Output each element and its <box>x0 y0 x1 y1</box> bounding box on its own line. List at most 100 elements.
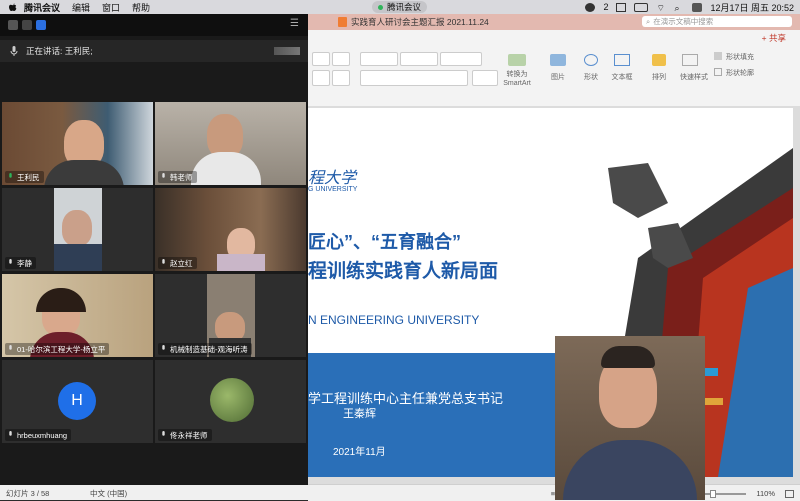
menu-edit[interactable]: 编辑 <box>72 1 90 14</box>
quick-styles-label[interactable]: 快速样式 <box>676 72 712 82</box>
avatar <box>210 378 254 422</box>
search-icon[interactable]: ⌕ <box>674 3 684 13</box>
microphone-muted-icon <box>162 173 165 178</box>
microphone-muted-icon <box>9 259 12 264</box>
convert-smartart-label[interactable]: 转换为 SmartArt <box>500 70 534 88</box>
microphone-muted-icon <box>162 259 165 264</box>
slide-date: 2021年11月 <box>333 447 386 458</box>
share-button[interactable]: + 共享 <box>762 32 786 44</box>
ribbon-toolbar: + 共享 转换为 SmartArt 图片 形状 文本框 排列 快速样式 形状填充… <box>308 30 800 107</box>
picture-icon[interactable] <box>550 54 566 66</box>
video-tile[interactable]: 赵立红 <box>155 188 306 271</box>
menu-center-label: 腾讯会议 <box>387 2 422 12</box>
menu-center-badge[interactable]: 腾讯会议 <box>372 1 428 13</box>
presenter-name: 王秦辉 <box>343 408 376 420</box>
zoom-slider-thumb[interactable] <box>710 489 717 498</box>
university-logo-subtitle: G UNIVERSITY <box>308 186 358 193</box>
microphone-muted-icon <box>162 345 165 350</box>
microphone-muted-icon <box>9 345 12 350</box>
video-tile[interactable]: 机械制造基础-观海听涛 <box>155 274 306 357</box>
calendar-icon[interactable] <box>616 2 627 12</box>
shape-outline-label[interactable]: 形状轮廓 <box>726 68 766 78</box>
picture-label[interactable]: 图片 <box>548 72 568 82</box>
meeting-panel: ☰ 正在讲话: 王利民; 王利民 韩老师 李静 赵立红 01-哈尔滨工程大学-杨… <box>0 14 308 500</box>
menu-icon[interactable] <box>36 20 46 30</box>
recording-dot-icon <box>378 4 383 10</box>
shape-fill-icon[interactable] <box>714 52 722 60</box>
arrange-icon[interactable] <box>652 54 666 66</box>
meeting-toolbar: ☰ <box>0 14 308 36</box>
participant-name: 李静 <box>17 258 32 268</box>
indent-buttons[interactable] <box>440 52 482 66</box>
smartart-icon[interactable] <box>508 54 526 66</box>
slide-title-line2: 程训练实践育人新局面 <box>308 261 499 282</box>
microphone-muted-icon <box>9 431 12 436</box>
slide[interactable]: 程大学 G UNIVERSITY 匠心”、“五育融合” 程训练实践育人新局面 N… <box>308 108 793 477</box>
presenter-hair <box>601 346 655 368</box>
participant-video <box>62 210 92 246</box>
text-direction-button[interactable] <box>472 70 498 86</box>
slide-status-left: 幻灯片 3 / 58 中文 (中国) <box>0 485 308 500</box>
video-tile[interactable]: H hrbeuxmhuang <box>2 360 153 443</box>
participant-name: 赵立红 <box>170 258 193 268</box>
avatar: H <box>58 382 96 420</box>
zoom-level[interactable]: 110% <box>756 489 775 498</box>
shape-outline-icon[interactable] <box>714 68 722 76</box>
slide-title-line1: 匠心”、“五育融合” <box>308 232 461 252</box>
participant-shirt <box>217 254 265 271</box>
quick-styles-icon[interactable] <box>682 54 698 66</box>
minimize-icon[interactable] <box>8 20 18 30</box>
control-center-icon[interactable] <box>692 2 703 12</box>
university-logo-text: 程大学 <box>308 168 357 187</box>
shape-fill-label[interactable]: 形状填充 <box>726 52 766 62</box>
video-tile[interactable]: 李静 <box>2 188 153 271</box>
align-buttons[interactable] <box>360 70 468 86</box>
speaking-label: 正在讲话: 王利民; <box>26 46 93 56</box>
menu-window[interactable]: 窗口 <box>102 1 120 14</box>
fit-window-icon[interactable] <box>785 489 794 498</box>
wifi-icon[interactable]: ⌔ <box>656 3 666 13</box>
presenter-video-overlay[interactable] <box>555 336 705 500</box>
participant-name: 韩老师 <box>170 172 193 182</box>
text-color-button[interactable] <box>312 70 330 86</box>
video-tile[interactable]: 王利民 <box>2 102 153 185</box>
microphone-muted-icon <box>162 431 165 436</box>
slide-university-english: N ENGINEERING UNIVERSITY <box>308 313 480 327</box>
document-title: 实践育人研讨会主题汇报 2021.11.24 <box>351 17 489 27</box>
video-tile[interactable]: 佟永祥老师 <box>155 360 306 443</box>
collapse-icon[interactable] <box>22 20 32 30</box>
settings-icon[interactable]: ☰ <box>290 19 300 29</box>
apple-icon[interactable] <box>8 2 18 12</box>
arrange-label[interactable]: 排列 <box>648 72 670 82</box>
bullets-button[interactable] <box>360 52 398 66</box>
shape-icon[interactable] <box>584 54 598 66</box>
participant-shirt <box>54 244 102 271</box>
presentation-window: 实践育人研讨会主题汇报 2021.11.24 ⌕ 在演示文稿中搜索 + 共享 转… <box>308 14 800 501</box>
datetime[interactable]: 12月17日 周五 20:52 <box>710 1 794 14</box>
participant-name: 王利民 <box>17 172 40 182</box>
menu-help[interactable]: 帮助 <box>132 1 150 14</box>
presenter-position: 学工程训练中心主任兼党总支书记 <box>308 391 504 406</box>
numbering-button[interactable] <box>400 52 438 66</box>
language-indicator[interactable]: 中文 (中国) <box>90 488 127 499</box>
clear-format-button[interactable] <box>332 70 350 86</box>
menu-bar: 腾讯会议 编辑 窗口 帮助 腾讯会议 2 ⌔ ⌕ 12月17日 周五 20:52 <box>0 0 800 14</box>
wechat-icon[interactable] <box>585 2 596 12</box>
video-tile[interactable]: 01-哈尔滨工程大学-杨立平 <box>2 274 153 357</box>
shape-label[interactable]: 形状 <box>580 72 602 82</box>
participant-name: hrbeuxmhuang <box>17 430 68 440</box>
font-size-up-button[interactable] <box>312 52 330 66</box>
participant-name: 01-哈尔滨工程大学-杨立平 <box>17 344 106 354</box>
textbox-icon[interactable] <box>614 54 630 66</box>
textbox-label[interactable]: 文本框 <box>608 72 636 82</box>
video-tile[interactable]: 韩老师 <box>155 102 306 185</box>
font-size-down-button[interactable] <box>332 52 350 66</box>
slide-counter: 幻灯片 3 / 58 <box>6 489 50 498</box>
microphone-icon <box>10 46 18 56</box>
menu-app-name[interactable]: 腾讯会议 <box>24 1 60 14</box>
battery-icon[interactable] <box>634 2 649 12</box>
status-bar: ≡ 备注 ▭ 批注 110% <box>308 484 800 501</box>
speaking-bar: 正在讲话: 王利民; <box>0 40 308 62</box>
search-input[interactable]: ⌕ 在演示文稿中搜索 <box>642 16 792 27</box>
document-icon <box>338 17 347 27</box>
